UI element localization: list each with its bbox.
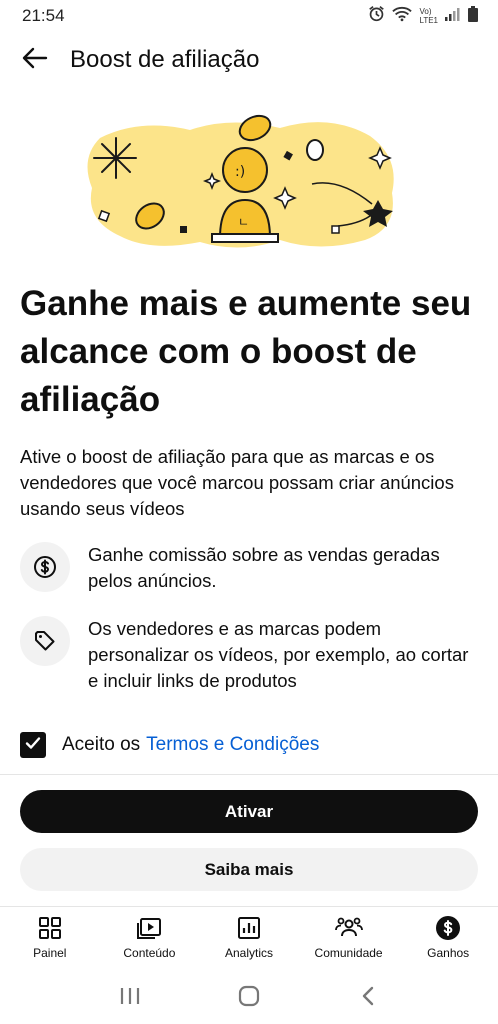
feature-text-commission: Ganhe comissão sobre as vendas geradas p… — [88, 544, 440, 591]
status-time: 21:54 — [22, 6, 65, 25]
feature-text-customize: Os vendedores e as marcas podem personal… — [88, 618, 469, 691]
analytics-icon — [237, 915, 261, 941]
nav-label-ganhos: Ganhos — [427, 946, 470, 960]
tag-icon — [20, 616, 70, 666]
community-icon — [334, 915, 363, 941]
page-title: Boost de afiliação — [70, 46, 260, 73]
nav-label-conteudo: Conteúdo — [123, 946, 176, 960]
nav-label-painel: Painel — [33, 946, 67, 960]
nav-item-analytics[interactable]: Analytics — [199, 907, 299, 968]
svg-text:ㄴ: ㄴ — [238, 215, 249, 229]
nav-label-analytics: Analytics — [224, 946, 273, 960]
terms-link[interactable]: Termos e Condições — [146, 734, 319, 756]
recents-icon[interactable] — [100, 976, 160, 1016]
home-icon[interactable] — [219, 976, 279, 1016]
network-label: Vo) LTE1 — [419, 7, 438, 25]
battery-icon — [468, 5, 478, 27]
content-icon — [136, 915, 162, 941]
wifi-icon — [392, 6, 413, 27]
alarm-icon — [368, 5, 385, 27]
system-nav — [0, 968, 498, 1024]
dollar-circle-icon — [20, 542, 70, 592]
nav-item-ganhos[interactable]: Ganhos — [398, 907, 498, 968]
terms-checkbox[interactable] — [20, 732, 46, 758]
signal-icon — [445, 7, 461, 26]
status-bar: 21:54 Vo) LTE1 — [0, 0, 498, 32]
feature-commission: Ganhe comissão sobre as vendas geradas p… — [20, 542, 482, 594]
bottom-nav: Painel Conteúdo Analytics Comunidade Gan… — [0, 906, 498, 968]
nav-label-comunidade: Comunidade — [314, 946, 383, 960]
terms-row: Aceito os Termos e Condições — [20, 729, 319, 761]
network-label-top: Vo) — [419, 7, 432, 16]
activate-button[interactable]: Ativar — [20, 790, 478, 833]
terms-label: Aceito os — [62, 734, 141, 755]
feature-customize: Os vendedores e as marcas podem personal… — [20, 616, 482, 694]
checkmark-icon — [24, 734, 42, 757]
arrow-left-icon — [22, 47, 48, 74]
dashboard-icon — [38, 915, 62, 941]
learn-more-button[interactable]: Saiba mais — [20, 848, 478, 891]
nav-item-painel[interactable]: Painel — [0, 907, 100, 968]
nav-item-conteudo[interactable]: Conteúdo — [100, 907, 200, 968]
app-bar: Boost de afiliação — [0, 36, 498, 84]
headline: Ganhe mais e aumente seu alcance com o b… — [20, 284, 472, 419]
network-label-bottom: LTE1 — [419, 16, 438, 25]
divider — [0, 774, 498, 775]
nav-item-comunidade[interactable]: Comunidade — [299, 907, 399, 968]
svg-text::): :) — [235, 164, 245, 180]
earn-icon — [435, 915, 461, 941]
description: Ative o boost de afiliação para que as m… — [20, 446, 454, 519]
back-icon[interactable] — [338, 976, 398, 1016]
back-button[interactable] — [0, 36, 70, 84]
hero-illustration: :) ㄴ — [80, 108, 400, 254]
coins-illustration: :) ㄴ — [87, 114, 394, 248]
status-icons: Vo) LTE1 — [368, 5, 478, 27]
